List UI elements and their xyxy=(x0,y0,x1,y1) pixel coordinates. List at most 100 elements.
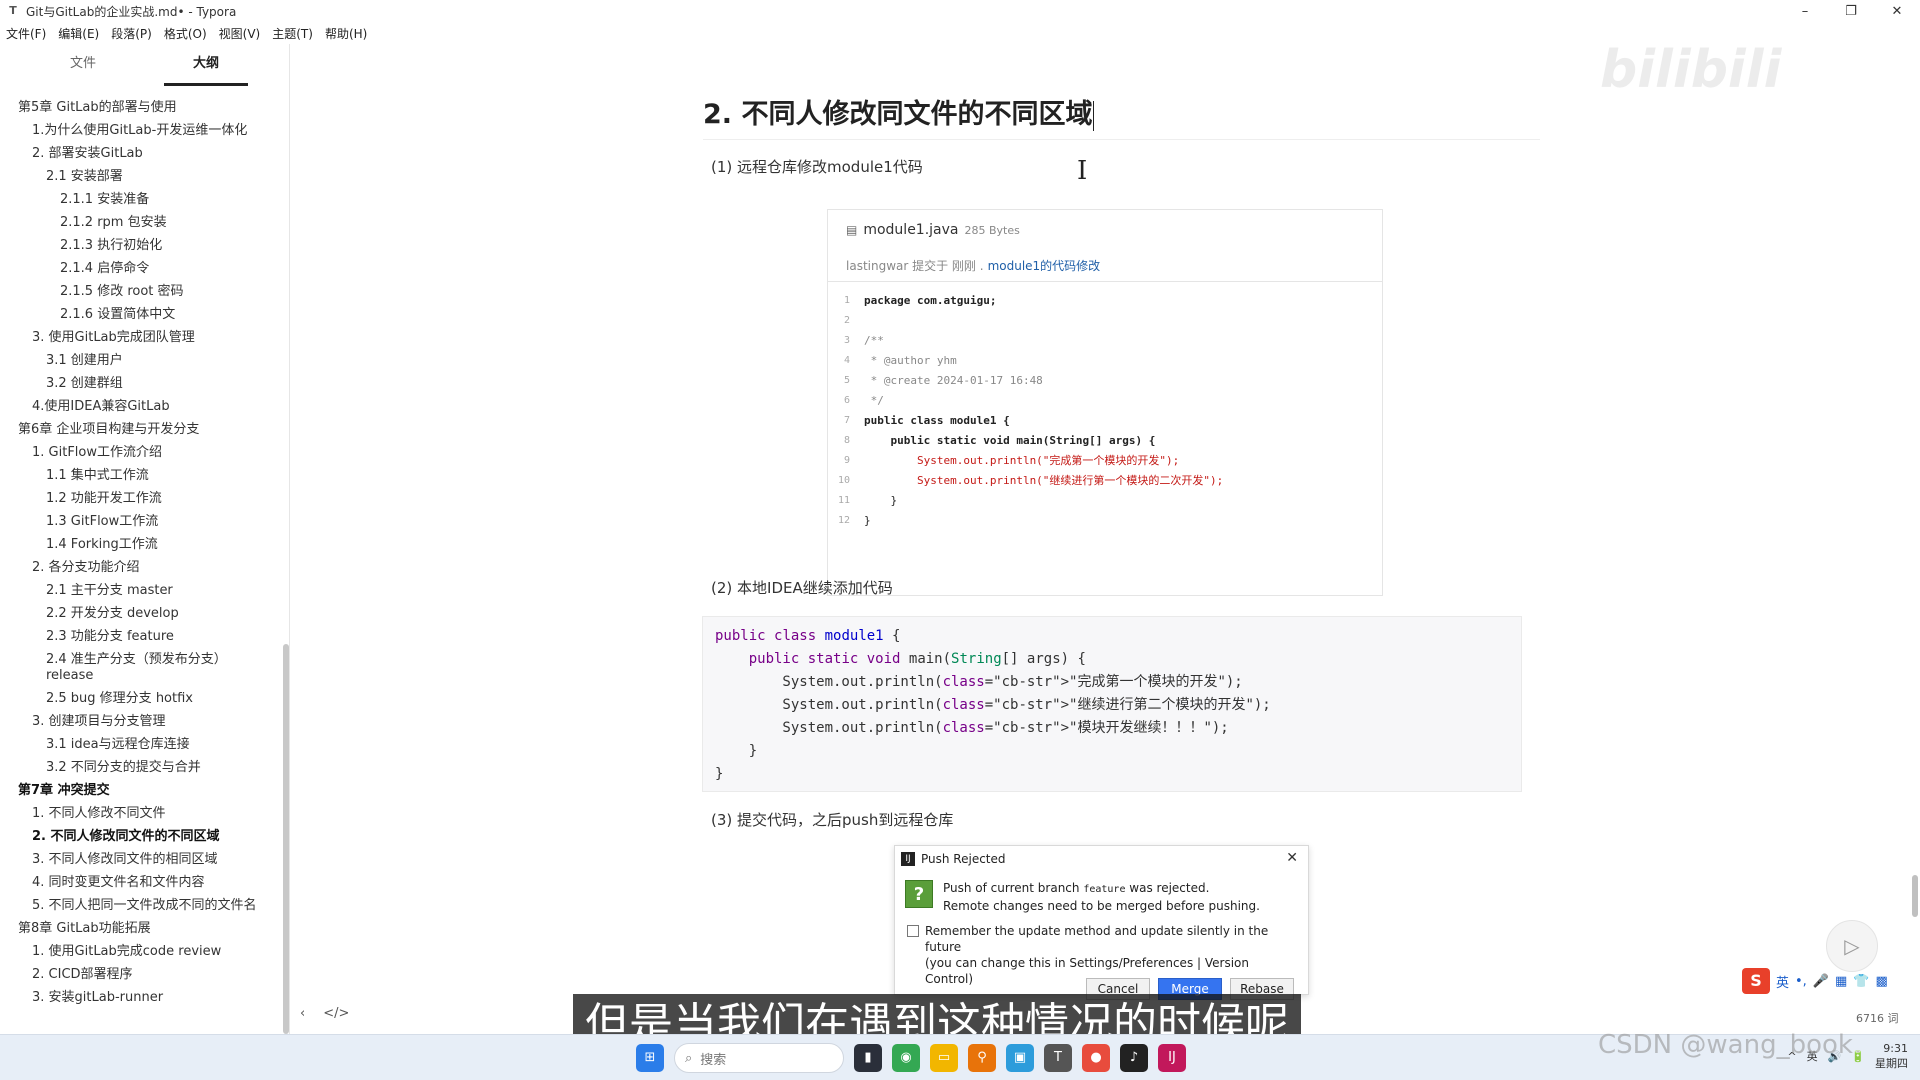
sidebar-scrollbar[interactable] xyxy=(283,644,289,1034)
outline-item[interactable]: 3. 创建项目与分支管理 xyxy=(0,710,280,733)
outline-item[interactable]: 2. 部署安装GitLab xyxy=(0,142,280,165)
outline-item[interactable]: 2.2 开发分支 develop xyxy=(0,602,280,625)
gitlab-code-line: 4 * @author yhm xyxy=(828,350,1382,370)
task-view-icon[interactable]: ▮ xyxy=(854,1044,882,1072)
outline-item[interactable]: 第7章 冲突提交 xyxy=(0,779,280,802)
menu-paragraph[interactable]: 段落(P) xyxy=(105,25,158,42)
outline-item[interactable]: 第6章 企业项目构建与开发分支 xyxy=(0,418,280,441)
ime-punct[interactable]: •, xyxy=(1795,974,1807,989)
outline-item[interactable]: 1. 不同人修改不同文件 xyxy=(0,802,280,825)
outline-item[interactable]: 2.1 安装部署 xyxy=(0,165,280,188)
editor-area[interactable]: 2. 不同人修改同文件的不同区域 (1) 远程仓库修改module1代码 ▤ m… xyxy=(291,44,1920,1034)
outline-item[interactable]: 3. 安装gitLab-runner xyxy=(0,986,280,1009)
outline-item[interactable]: 5. 不同人把同一文件改成不同的文件名 xyxy=(0,894,258,917)
ime-keyboard-icon[interactable]: ▦ xyxy=(1835,974,1847,989)
outline-item[interactable]: 1.为什么使用GitLab-开发运维一体化 xyxy=(0,119,280,142)
outline-item[interactable]: 2.1.6 设置简体中文 xyxy=(0,303,280,326)
menu-help[interactable]: 帮助(H) xyxy=(319,25,373,42)
outline-item[interactable]: 4.使用IDEA兼容GitLab xyxy=(0,395,280,418)
tab-files[interactable]: 文件 xyxy=(42,44,124,92)
outline-item[interactable]: 2.1.3 执行初始化 xyxy=(0,234,280,257)
outline-item[interactable]: 第5章 GitLab的部署与使用 xyxy=(0,96,280,119)
code-line[interactable]: public static void main(String[] args) { xyxy=(715,648,1521,671)
window-title: Git与GitLab的企业实战.md• - Typora xyxy=(26,4,237,19)
outline-item[interactable]: 3.2 不同分支的提交与合并 xyxy=(0,756,280,779)
close-button[interactable]: ✕ xyxy=(1874,0,1920,22)
menu-edit[interactable]: 编辑(E) xyxy=(52,25,105,42)
search-app-icon[interactable]: ⚲ xyxy=(968,1044,996,1072)
app-icon[interactable]: ▣ xyxy=(1006,1044,1034,1072)
outline-item[interactable]: 3.1 idea与远程仓库连接 xyxy=(0,733,280,756)
intellij-taskbar-icon[interactable]: IJ xyxy=(1158,1044,1186,1072)
outline-item[interactable]: 2.5 bug 修理分支 hotfix xyxy=(0,687,280,710)
outline-item[interactable]: 第8章 GitLab功能拓展 xyxy=(0,917,280,940)
code-block[interactable]: public class module1 { public static voi… xyxy=(702,616,1522,792)
ime-mic-icon[interactable]: 🎤 xyxy=(1813,974,1829,989)
explorer-icon[interactable]: ▭ xyxy=(930,1044,958,1072)
step-2-text[interactable]: (2) 本地IDEA继续添加代码 xyxy=(711,577,893,598)
outline-item[interactable]: 1.3 GitFlow工作流 xyxy=(0,510,280,533)
outline-item[interactable]: 1.2 功能开发工作流 xyxy=(0,487,280,510)
maximize-button[interactable]: ❐ xyxy=(1828,0,1874,22)
outline-item[interactable]: 2.1.4 启停命令 xyxy=(0,257,280,280)
outline-item[interactable]: 2.1.1 安装准备 xyxy=(0,188,280,211)
outline-item[interactable]: 2.1.5 修改 root 密码 xyxy=(0,280,280,303)
menu-format[interactable]: 格式(O) xyxy=(158,25,213,42)
outline-item[interactable]: 3.2 创建群组 xyxy=(0,372,280,395)
tab-outline[interactable]: 大纲 xyxy=(164,44,248,86)
outline-item[interactable]: 3. 使用GitLab完成团队管理 xyxy=(0,326,280,349)
menu-file[interactable]: 文件(F) xyxy=(0,25,52,42)
code-line[interactable]: System.out.println(class="cb-str">"完成第一个… xyxy=(715,671,1521,694)
outline-item[interactable]: 4. 同时变更文件名和文件内容 xyxy=(0,871,280,894)
typora-taskbar-icon[interactable]: T xyxy=(1044,1044,1072,1072)
minimize-button[interactable]: – xyxy=(1782,0,1828,22)
browser-icon[interactable]: ● xyxy=(1082,1044,1110,1072)
step-3-text[interactable]: (3) 提交代码，之后push到远程仓库 xyxy=(711,809,953,830)
outline-item[interactable]: 3.1 创建用户 xyxy=(0,349,280,372)
outline-item[interactable]: 1.1 集中式工作流 xyxy=(0,464,280,487)
outline-item[interactable]: 1. GitFlow工作流介绍 xyxy=(0,441,280,464)
csdn-watermark: CSDN @wang_book xyxy=(1598,1030,1853,1060)
code-text: * @create 2024-01-17 16:48 xyxy=(864,373,1043,387)
outline-item[interactable]: 2.3 功能分支 feature xyxy=(0,625,280,648)
code-line[interactable]: } xyxy=(715,740,1521,763)
outline-item[interactable]: 3. 不同人修改同文件的相同区域 xyxy=(0,848,280,871)
ime-toolbar: S 英 •, 🎤 ▦ 👕 ▩ xyxy=(1742,968,1888,994)
title-bar: T Git与GitLab的企业实战.md• - Typora – ❐ ✕ xyxy=(0,0,1920,22)
gitlab-commit-prefix: lastingwar 提交于 刚刚 . xyxy=(846,259,984,273)
step-1-text[interactable]: (1) 远程仓库修改module1代码 xyxy=(711,156,923,177)
code-line[interactable]: public class module1 { xyxy=(715,625,1521,648)
taskbar-search[interactable]: ⌕ 搜索 xyxy=(674,1043,844,1073)
code-line[interactable]: System.out.println(class="cb-str">"继续进行第… xyxy=(715,694,1521,717)
code-line[interactable]: } xyxy=(715,763,1521,786)
doc-heading[interactable]: 2. 不同人修改同文件的不同区域 xyxy=(703,92,1540,140)
outline-item[interactable]: 2.1.2 rpm 包安装 xyxy=(0,211,280,234)
outline-item[interactable]: 2. 不同人修改同文件的不同区域 xyxy=(0,825,280,848)
ime-skin-icon[interactable]: 👕 xyxy=(1853,974,1869,989)
ime-lang[interactable]: 英 xyxy=(1776,972,1789,991)
gitlab-code-line: 2 xyxy=(828,310,1382,330)
clock[interactable]: 9:31 星期四 xyxy=(1875,1041,1908,1071)
text-caret xyxy=(1093,100,1095,131)
ime-menu-icon[interactable]: ▩ xyxy=(1876,974,1888,989)
play-icon[interactable]: ▷ xyxy=(1826,920,1878,972)
chrome-icon[interactable]: ◉ xyxy=(892,1044,920,1072)
outline-list: 第5章 GitLab的部署与使用 1.为什么使用GitLab-开发运维一体化 2. … xyxy=(0,96,280,1009)
line-number: 10 xyxy=(837,474,850,486)
word-count[interactable]: 6716 词 xyxy=(1856,1010,1899,1026)
menu-theme[interactable]: 主题(T) xyxy=(266,25,319,42)
tray-battery-icon[interactable]: 🔋 xyxy=(1851,1050,1865,1063)
media-icon[interactable]: ♪ xyxy=(1120,1044,1148,1072)
start-icon[interactable]: ⊞ xyxy=(636,1044,664,1072)
outline-item[interactable]: 2. 各分支功能介绍 xyxy=(0,556,280,579)
editor-scrollbar[interactable] xyxy=(1912,875,1918,917)
code-line[interactable]: System.out.println(class="cb-str">"模块开发继… xyxy=(715,717,1521,740)
outline-item[interactable]: 1. 使用GitLab完成code review xyxy=(0,940,280,963)
menu-view[interactable]: 视图(V) xyxy=(213,25,267,42)
outline-item[interactable]: 2.4 准生产分支（预发布分支）release xyxy=(0,648,258,687)
sogou-ime-icon[interactable]: S xyxy=(1742,968,1770,994)
gitlab-code-line: 8 public static void main(String[] args)… xyxy=(828,430,1382,450)
outline-item[interactable]: 2. CICD部署程序 xyxy=(0,963,280,986)
outline-item[interactable]: 2.1 主干分支 master xyxy=(0,579,280,602)
outline-item[interactable]: 1.4 Forking工作流 xyxy=(0,533,280,556)
